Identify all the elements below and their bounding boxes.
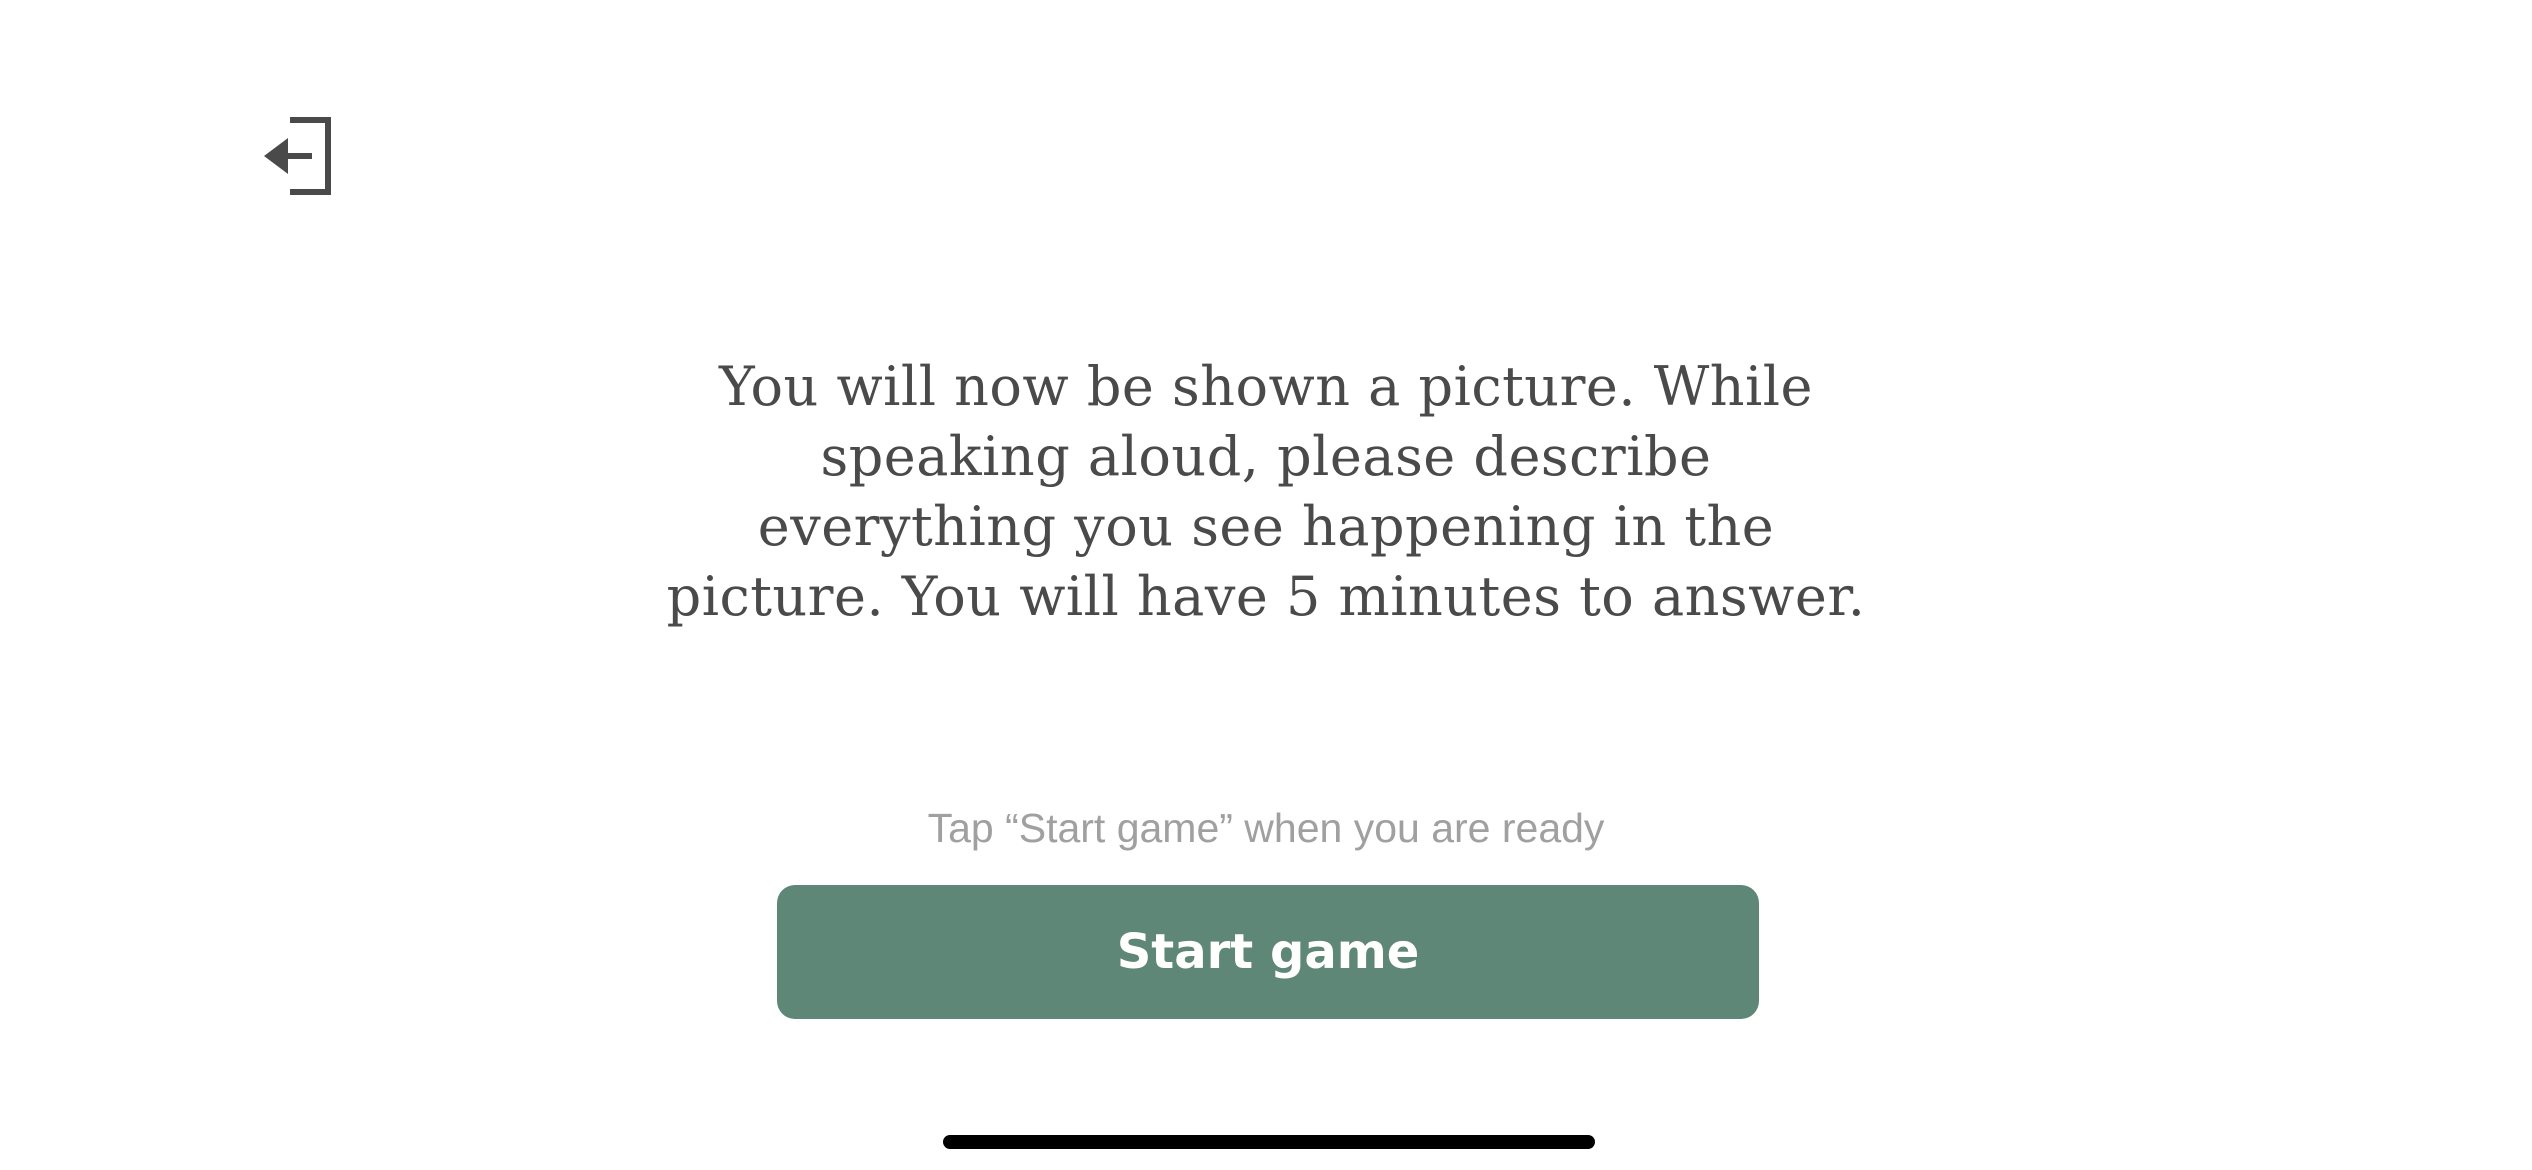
start-game-button-label: Start game [1116, 924, 1420, 980]
home-indicator[interactable] [943, 1135, 1595, 1149]
exit-arrow-icon [264, 117, 331, 195]
instructions-text: You will now be shown a picture. While s… [666, 355, 1866, 628]
ready-hint: Tap “Start game” when you are ready [927, 805, 1605, 851]
start-game-button[interactable]: Start game [777, 885, 1759, 1019]
exit-button[interactable] [262, 116, 336, 196]
